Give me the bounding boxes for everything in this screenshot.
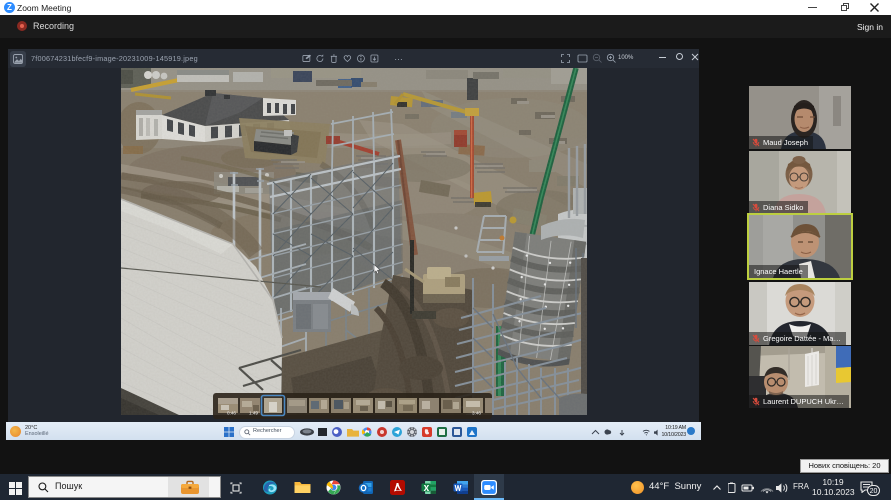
svg-text:3:46: 3:46 (472, 411, 481, 416)
svg-text:1:49: 1:49 (249, 411, 258, 416)
svg-text:0:46: 0:46 (227, 411, 236, 416)
